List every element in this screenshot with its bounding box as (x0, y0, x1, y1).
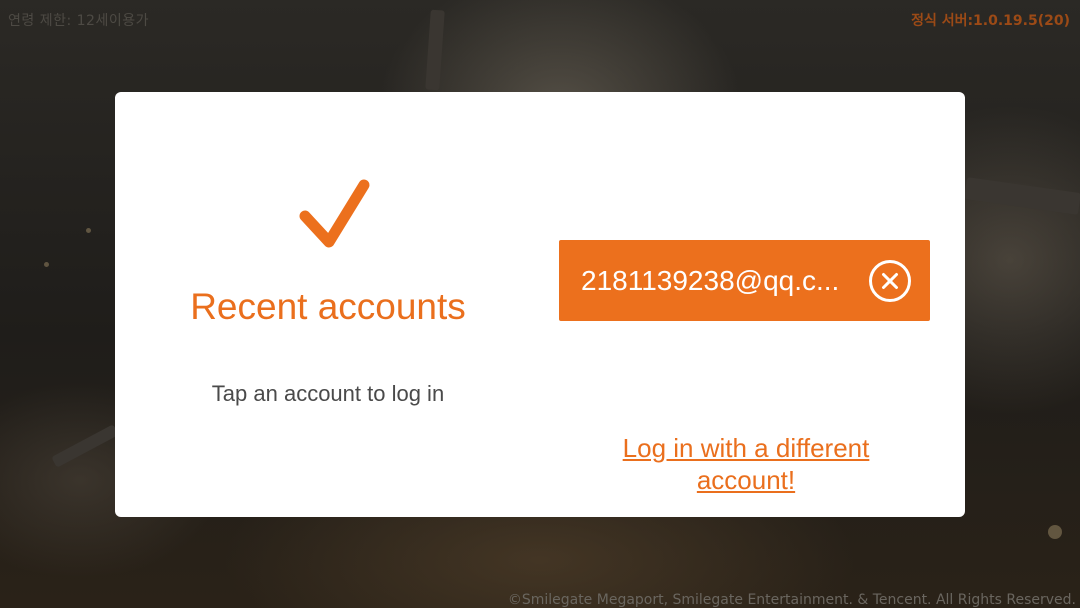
game-login-screen: 연령 제한: 12세이용가 정식 서버:1.0.19.5(20) Recent … (0, 0, 1080, 608)
background-spark (44, 262, 49, 267)
server-version-label: 정식 서버:1.0.19.5(20) (911, 13, 1070, 29)
background-rifle-top (425, 9, 445, 91)
recent-account-button[interactable]: 2181139238@qq.c... (559, 240, 930, 321)
dialog-title: Recent accounts (190, 286, 466, 327)
background-rifle-right (964, 177, 1080, 215)
background-rifle-left (51, 424, 119, 468)
background-spark (86, 228, 91, 233)
account-label: 2181139238@qq.c... (581, 265, 840, 296)
close-circle-icon[interactable] (868, 259, 912, 303)
copyright-notice: ©Smilegate Megaport, Smilegate Entertain… (507, 592, 1076, 608)
checkmark-icon (299, 179, 370, 248)
age-rating-label: 연령 제한: 12세이용가 (8, 13, 149, 29)
different-account-link[interactable]: Log in with a different account! (600, 432, 892, 496)
dialog-subtitle: Tap an account to log in (211, 381, 445, 406)
background-spark (1048, 525, 1062, 539)
